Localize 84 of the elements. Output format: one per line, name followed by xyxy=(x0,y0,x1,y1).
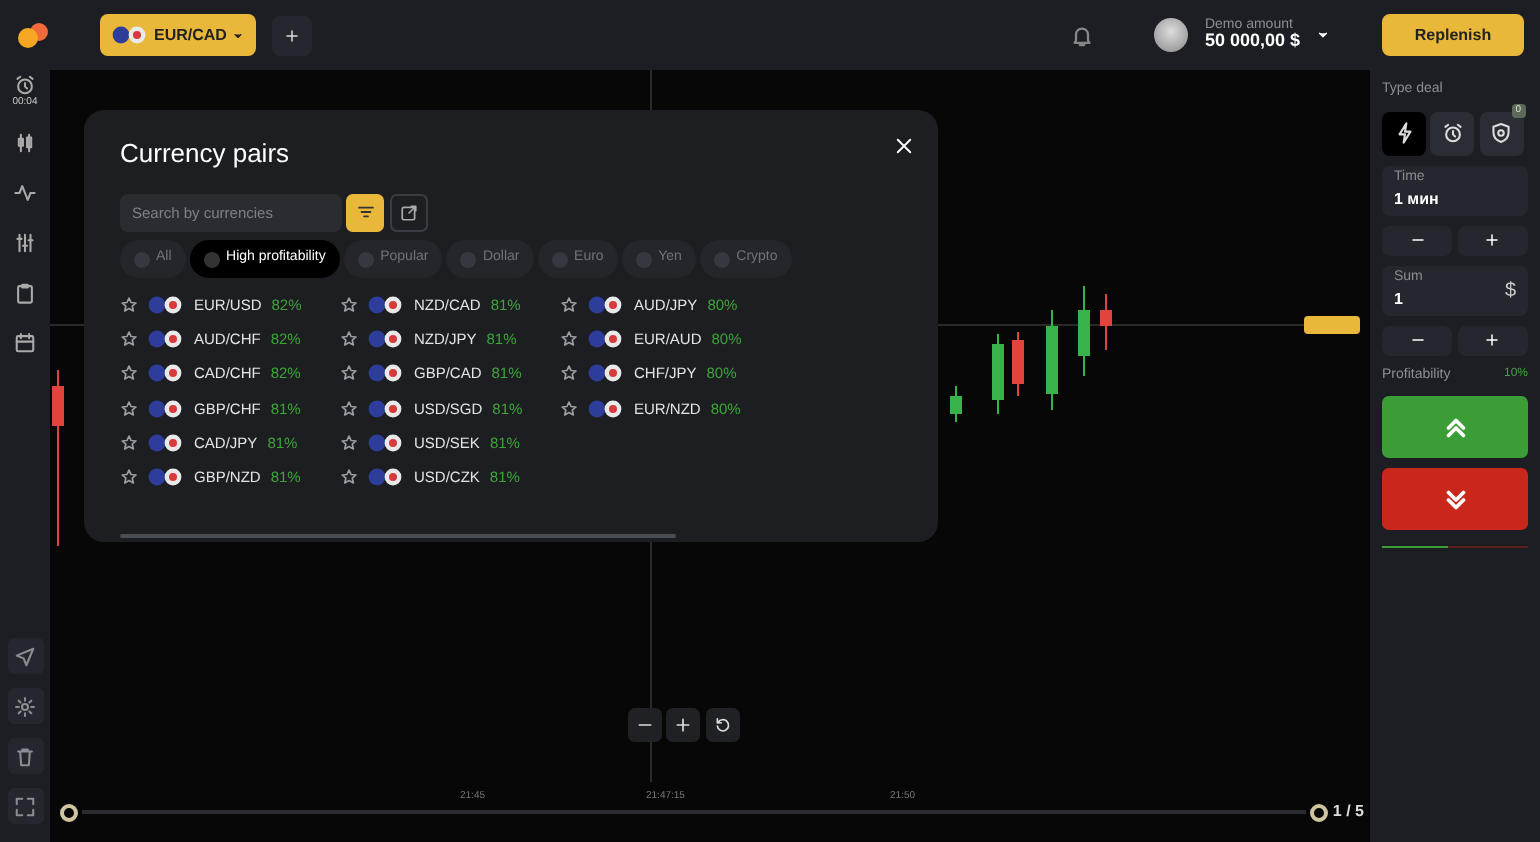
close-icon[interactable] xyxy=(894,136,914,156)
flag-pair-icon xyxy=(368,330,404,349)
star-icon[interactable] xyxy=(120,433,138,452)
flag-pair-icon xyxy=(588,399,624,418)
candlestick xyxy=(992,334,1004,414)
star-icon[interactable] xyxy=(560,364,578,383)
alarm-clock-icon[interactable] xyxy=(13,74,36,96)
fullscreen-icon[interactable] xyxy=(14,795,36,817)
timeline-handle[interactable] xyxy=(1310,803,1329,821)
star-icon[interactable] xyxy=(340,295,358,314)
page-indicator: 1 / 5 xyxy=(1332,800,1364,824)
star-icon[interactable] xyxy=(340,330,358,349)
flag-pair-icon xyxy=(148,295,184,314)
replenish-button[interactable]: Replenish xyxy=(1382,14,1524,56)
alarm-clock-button[interactable] xyxy=(1430,111,1475,155)
candlestick xyxy=(1046,310,1058,410)
star-icon[interactable] xyxy=(560,330,578,349)
flag-pair-icon xyxy=(588,364,624,383)
plus-icon xyxy=(284,27,301,43)
flag-pair-icon xyxy=(148,468,184,487)
star-icon[interactable] xyxy=(340,468,358,487)
alarm-clock-icon xyxy=(1441,122,1464,144)
calendar-icon[interactable] xyxy=(14,332,36,354)
flag-pair-icon xyxy=(148,364,184,383)
caret-icon xyxy=(232,29,245,41)
avatar-icon xyxy=(1154,18,1189,52)
plus-icon xyxy=(674,716,693,734)
reset-icon xyxy=(713,716,731,734)
flag-pair-icon xyxy=(148,433,184,452)
star-icon[interactable] xyxy=(340,399,358,418)
flag-pair-icon xyxy=(368,468,404,487)
flag-pair-icon xyxy=(368,433,404,452)
flag-pair-icon xyxy=(588,295,624,314)
increase-button[interactable] xyxy=(1457,225,1528,255)
star-icon[interactable] xyxy=(120,295,138,314)
increase-button[interactable] xyxy=(1457,325,1528,355)
plus-icon xyxy=(1484,332,1501,348)
flag-pair-icon xyxy=(148,399,184,418)
filter-icon xyxy=(355,202,376,223)
lightning-icon xyxy=(1393,122,1415,144)
external-link-button[interactable] xyxy=(389,193,427,232)
shield-icon xyxy=(1490,122,1512,144)
line-chart-icon[interactable] xyxy=(14,182,36,204)
candlestick xyxy=(1012,332,1024,396)
notification-bell-icon[interactable] xyxy=(1070,23,1095,47)
star-icon[interactable] xyxy=(560,399,578,418)
clipboard-icon[interactable] xyxy=(14,282,36,304)
settings-icon[interactable] xyxy=(14,695,36,717)
star-icon[interactable] xyxy=(120,468,138,487)
star-icon[interactable] xyxy=(560,295,578,314)
caret-icon[interactable] xyxy=(1316,28,1330,42)
send-icon[interactable] xyxy=(14,645,36,667)
flag-pair-icon xyxy=(148,330,184,349)
zoom-in-button[interactable] xyxy=(666,708,701,742)
zoom-out-button[interactable] xyxy=(628,708,662,742)
star-icon[interactable] xyxy=(120,364,138,383)
candlestick xyxy=(1100,294,1112,350)
star-icon[interactable] xyxy=(120,399,138,418)
plus-icon xyxy=(1484,232,1501,248)
filter-button[interactable] xyxy=(346,193,385,232)
star-icon[interactable] xyxy=(340,433,358,452)
trash-icon[interactable] xyxy=(14,745,36,767)
flag-pair-icon xyxy=(588,330,624,349)
star-icon[interactable] xyxy=(120,330,138,349)
candlestick xyxy=(950,386,962,422)
logo-icon xyxy=(16,21,50,49)
double-chevron-up-icon xyxy=(1443,415,1467,439)
add-tab-button[interactable] xyxy=(272,15,313,55)
price-marker xyxy=(1304,316,1360,334)
currency-pair-button[interactable]: EUR/CAD xyxy=(100,14,257,56)
flag-pair-icon xyxy=(112,26,148,44)
lightning-button[interactable] xyxy=(1382,111,1426,155)
reset-zoom-button[interactable] xyxy=(705,708,739,742)
flag-pair-icon xyxy=(368,295,404,314)
timeline-handle[interactable] xyxy=(60,803,78,821)
flag-pair-icon xyxy=(368,399,404,418)
balance-amount: 50 000,00 $ xyxy=(1204,32,1300,52)
dialog-title: Currency pairs xyxy=(120,138,292,170)
candlestick xyxy=(1078,286,1090,376)
indicators-icon[interactable] xyxy=(14,232,36,254)
double-chevron-down-icon xyxy=(1443,487,1467,511)
flag-pair-icon xyxy=(368,364,404,383)
external-link-icon xyxy=(399,203,417,222)
star-icon[interactable] xyxy=(340,364,358,383)
